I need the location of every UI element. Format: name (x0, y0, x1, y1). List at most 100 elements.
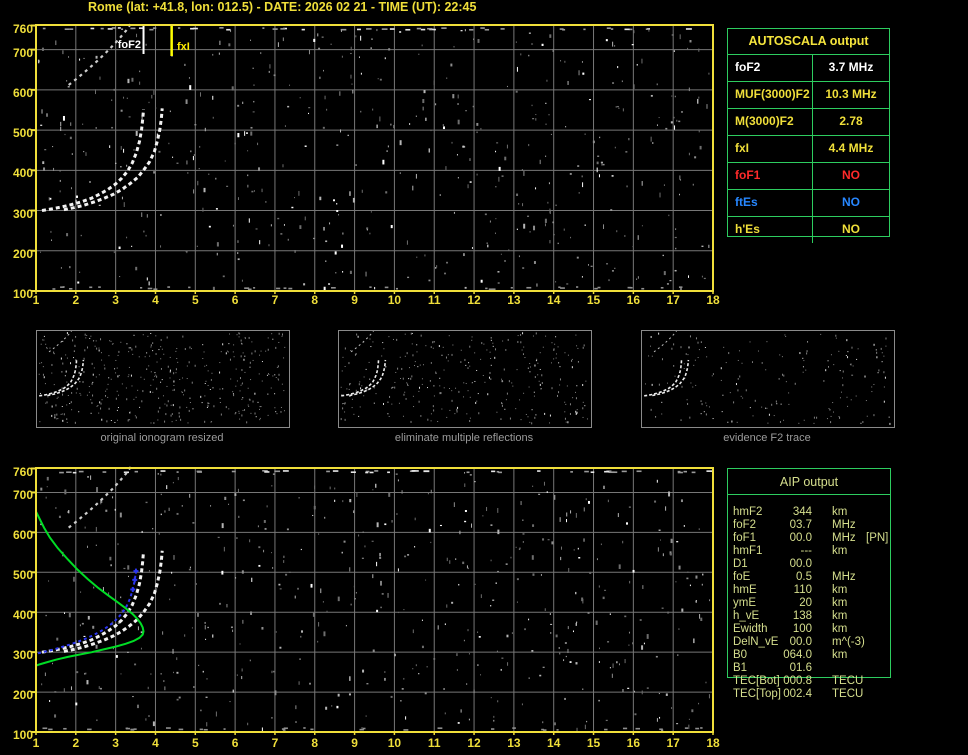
foF2-marker-label: foF2 (117, 39, 141, 51)
thumbnail-eliminate-reflections (338, 330, 592, 428)
parameter-value: 10.3 MHz (812, 82, 889, 108)
aip-row-hve: h_vE 138 km (733, 610, 963, 623)
autoscala-row-foF2: foF2 3.7 MHz (728, 55, 889, 82)
parameter-value: 110 (793, 584, 812, 596)
y-tick-label: 200 (12, 688, 33, 703)
scaled-ionogram-grid (36, 25, 713, 291)
x-tick-label: 4 (152, 736, 159, 750)
x-tick-label: 17 (666, 293, 680, 307)
x-tick-label: 10 (387, 293, 402, 307)
autoscala-screen: Rome (lat: +41.8, lon: 012.5) - DATE: 20… (0, 0, 968, 755)
autoscala-row-muf3000f2: MUF(3000)F2 10.3 MHz (728, 82, 889, 109)
x-tick-label: 13 (507, 736, 521, 750)
parameter-name: foE (733, 571, 751, 583)
thumbnail-caption: original ionogram resized (100, 432, 224, 444)
x-tick-label: 7 (271, 736, 279, 750)
parameter-unit: km (832, 597, 848, 609)
parameter-value: 20 (799, 597, 812, 609)
parameter-name: hmE (733, 584, 757, 596)
aip-row-hme: hmE 110 km (733, 584, 963, 597)
x-tick-label: 5 (191, 736, 199, 750)
parameter-value: 064.0 (783, 649, 812, 661)
parameter-value: 00.0 (789, 532, 812, 544)
y-tick-label: 700 (12, 45, 33, 60)
parameter-value: NO (812, 163, 889, 189)
y-tick-label: 300 (12, 648, 33, 663)
aip-row-d1: D1 00.0 (733, 558, 963, 571)
x-tick-label: 6 (231, 736, 239, 750)
aip-row-fof2: foF2 03.7 MHz (733, 519, 963, 532)
x-tick-label: 12 (467, 293, 481, 307)
y-tick-label: 400 (12, 608, 33, 623)
x-tick-label: 12 (467, 736, 481, 750)
parameter-value: --- (800, 545, 813, 557)
y-tick-label: 760 (12, 464, 33, 479)
y-tick-label: 600 (12, 85, 33, 100)
parameter-unit: MHz (832, 519, 856, 531)
ionogram-with-restored-trace-and-profile-grid (36, 468, 713, 732)
parameter-value: 4.4 MHz (812, 136, 889, 162)
parameter-unit: km (832, 584, 848, 596)
x-tick-label: 11 (427, 293, 441, 307)
aip-row-b0: B0 064.0 km (733, 649, 963, 662)
x-tick-label: 6 (231, 293, 239, 307)
y-tick-label: 400 (12, 166, 33, 181)
autoscala-row-fxI: fxI 4.4 MHz (728, 136, 889, 163)
parameter-name: ftEs (735, 195, 758, 209)
x-tick-label: 9 (351, 293, 358, 307)
parameter-value: NO (812, 190, 889, 216)
parameter-unit: m^(-3) (832, 636, 865, 648)
x-tick-label: 15 (586, 293, 601, 307)
aip-row-yme: ymE 20 km (733, 597, 963, 610)
y-tick-label: 100 (12, 287, 33, 301)
parameter-name: h'Es (735, 222, 760, 236)
x-tick-label: 2 (72, 736, 80, 750)
fxI-marker-line (170, 26, 173, 56)
x-tick-label: 15 (586, 736, 601, 750)
parameter-name: hmF2 (733, 506, 763, 518)
x-tick-label: 8 (311, 293, 319, 307)
parameter-value: NO (812, 217, 889, 243)
autoscala-table-header: AUTOSCALA output (728, 29, 889, 55)
parameter-value: 100 (792, 623, 812, 635)
parameter-name: hmF1 (733, 545, 763, 557)
x-tick-label: 18 (706, 293, 720, 307)
parameter-unit: MHz (832, 571, 856, 583)
x-tick-label: 8 (311, 736, 319, 750)
parameter-name: B0 (733, 649, 748, 661)
thumbnail-caption: eliminate multiple reflections (394, 432, 534, 444)
x-tick-label: 17 (666, 736, 680, 750)
parameter-name: D1 (733, 558, 748, 570)
x-tick-label: 14 (547, 293, 561, 307)
foF2-marker-line (142, 26, 145, 54)
parameter-name: foF1 (733, 532, 757, 544)
parameter-unit: MHz (832, 532, 856, 544)
fxI-marker-label: fxI (177, 41, 190, 53)
ionogram-with-restored-trace-and-profile-noise (40, 470, 713, 733)
parameter-value: 03.7 (789, 519, 812, 531)
aip-row-tectop: TEC[Top] 002.4 TECU (733, 688, 963, 701)
x-tick-label: 10 (387, 736, 402, 750)
parameter-value: 01.6 (789, 662, 812, 674)
parameter-name: M(3000)F2 (735, 114, 794, 128)
aip-row-b1: B1 01.6 (733, 662, 963, 675)
parameter-name: h_vE (733, 610, 760, 622)
y-tick-label: 300 (12, 206, 33, 221)
x-tick-label: 7 (271, 293, 279, 307)
y-tick-label: 200 (12, 246, 33, 261)
parameter-name: foF2 (733, 519, 757, 531)
parameter-unit: TECU (832, 675, 864, 687)
y-tick-label: 500 (12, 126, 33, 141)
parameter-flag: [PN] (866, 532, 889, 544)
parameter-unit: TECU (832, 688, 864, 700)
parameter-unit: km (832, 610, 848, 622)
ionogram-with-restored-trace-and-profile-axis-ticks (31, 467, 714, 735)
parameter-name: fxI (735, 141, 750, 155)
y-tick-label: 700 (12, 488, 33, 503)
parameter-unit: km (832, 545, 848, 557)
x-tick-label: 3 (112, 293, 119, 307)
thumbnail-evidence-f2-trace (641, 330, 895, 428)
parameter-name: B1 (733, 662, 748, 674)
y-tick-label: 500 (12, 568, 33, 583)
parameter-unit: km (832, 623, 848, 635)
